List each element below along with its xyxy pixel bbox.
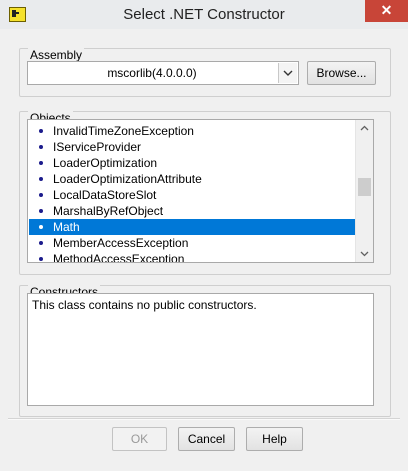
objects-list[interactable]: InvalidTimeZoneException IServiceProvider…	[27, 119, 374, 263]
constructors-text-box[interactable]: This class contains no public constructo…	[27, 293, 374, 406]
list-item[interactable]: LoaderOptimization	[29, 155, 358, 171]
ok-button[interactable]: OK	[112, 427, 167, 451]
list-item[interactable]: MarshalByRefObject	[29, 203, 358, 219]
bullet-icon	[39, 256, 43, 261]
list-item[interactable]: MethodAccessException	[29, 251, 358, 263]
scroll-down-icon[interactable]	[356, 245, 373, 262]
list-item-label: MethodAccessException	[53, 252, 185, 263]
title-bar[interactable]: Select .NET Constructor ✕	[0, 0, 408, 30]
bullet-icon	[39, 208, 43, 213]
bullet-icon	[39, 128, 43, 133]
list-item-label: IServiceProvider	[53, 140, 142, 154]
list-item-label: Math	[53, 220, 80, 234]
objects-scrollbar[interactable]	[355, 120, 373, 262]
list-item[interactable]: LocalDataStoreSlot	[29, 187, 358, 203]
list-item[interactable]: InvalidTimeZoneException	[29, 123, 358, 139]
browse-button[interactable]: Browse...	[307, 61, 376, 85]
help-button[interactable]: Help	[246, 427, 303, 451]
scrollbar-thumb[interactable]	[358, 178, 371, 196]
list-item-label: LocalDataStoreSlot	[53, 188, 157, 202]
close-icon: ✕	[380, 2, 393, 18]
bullet-icon	[39, 224, 43, 229]
chevron-down-icon[interactable]	[278, 63, 297, 83]
list-item[interactable]: MemberAccessException	[29, 235, 358, 251]
bullet-icon	[39, 144, 43, 149]
close-button[interactable]: ✕	[365, 0, 408, 22]
list-item[interactable]: LoaderOptimizationAttribute	[29, 171, 358, 187]
assembly-dropdown[interactable]: mscorlib(4.0.0.0)	[27, 61, 299, 85]
list-item[interactable]: Math	[29, 219, 358, 235]
list-item-label: InvalidTimeZoneException	[53, 124, 194, 138]
cancel-button[interactable]: Cancel	[178, 427, 235, 451]
assembly-group-label: Assembly	[28, 48, 85, 62]
assembly-dropdown-value: mscorlib(4.0.0.0)	[107, 66, 197, 80]
bullet-icon	[39, 192, 43, 197]
constructors-message: This class contains no public constructo…	[32, 298, 257, 312]
bullet-icon	[39, 176, 43, 181]
list-item-label: LoaderOptimizationAttribute	[53, 172, 202, 186]
list-item-label: MemberAccessException	[53, 236, 189, 250]
bullet-icon	[39, 160, 43, 165]
window-title: Select .NET Constructor	[123, 6, 285, 23]
footer-divider	[8, 418, 400, 420]
bullet-icon	[39, 240, 43, 245]
list-item-label: MarshalByRefObject	[53, 204, 164, 218]
list-item-label: LoaderOptimization	[53, 156, 158, 170]
list-item[interactable]: IServiceProvider	[29, 139, 358, 155]
scroll-up-icon[interactable]	[356, 120, 373, 137]
